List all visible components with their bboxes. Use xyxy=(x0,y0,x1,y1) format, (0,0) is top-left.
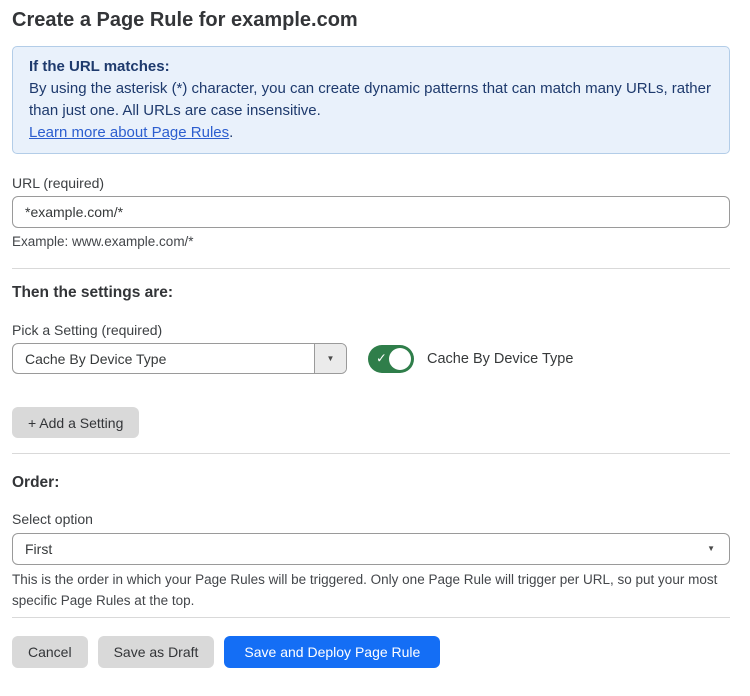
divider xyxy=(12,268,730,269)
url-input[interactable] xyxy=(12,196,730,228)
setting-dropdown-value: Cache By Device Type xyxy=(13,344,314,373)
info-box-body: By using the asterisk (*) character, you… xyxy=(29,78,713,122)
page-title: Create a Page Rule for example.com xyxy=(12,8,730,32)
save-and-deploy-button[interactable]: Save and Deploy Page Rule xyxy=(224,636,440,668)
settings-section-heading: Then the settings are: xyxy=(12,284,730,302)
order-select-value: First xyxy=(25,541,707,557)
url-label: URL (required) xyxy=(12,175,730,192)
link-period: . xyxy=(229,124,233,141)
order-section-heading: Order: xyxy=(12,473,730,492)
info-box-heading: If the URL matches: xyxy=(29,56,713,78)
setting-dropdown[interactable]: Cache By Device Type ▼ xyxy=(12,343,347,374)
divider xyxy=(12,617,730,618)
divider xyxy=(12,453,730,454)
check-icon: ✓ xyxy=(376,350,387,366)
cancel-button[interactable]: Cancel xyxy=(12,636,88,668)
toggle-label: Cache By Device Type xyxy=(427,351,573,367)
chevron-down-icon: ▼ xyxy=(707,545,715,553)
setting-row: Cache By Device Type ▼ ✓ Cache By Device… xyxy=(12,343,730,374)
select-option-label: Select option xyxy=(12,511,730,528)
learn-more-link[interactable]: Learn more about Page Rules xyxy=(29,124,229,141)
save-as-draft-button[interactable]: Save as Draft xyxy=(98,636,215,668)
page-rule-form: Create a Page Rule for example.com If th… xyxy=(0,8,750,668)
url-example-helper: Example: www.example.com/* xyxy=(12,233,730,250)
setting-dropdown-arrow-button[interactable]: ▼ xyxy=(314,344,346,373)
footer-button-row: Cancel Save as Draft Save and Deploy Pag… xyxy=(12,636,730,668)
cache-by-device-type-toggle[interactable]: ✓ xyxy=(368,345,414,373)
chevron-down-icon: ▼ xyxy=(327,355,335,363)
toggle-knob xyxy=(389,348,411,370)
add-setting-button[interactable]: + Add a Setting xyxy=(12,407,139,438)
info-box-link-line: Learn more about Page Rules. xyxy=(29,122,713,144)
order-select[interactable]: First ▼ xyxy=(12,533,730,565)
url-match-info-box: If the URL matches: By using the asteris… xyxy=(12,46,730,154)
order-helper-text: This is the order in which your Page Rul… xyxy=(12,569,730,611)
pick-setting-label: Pick a Setting (required) xyxy=(12,322,730,339)
